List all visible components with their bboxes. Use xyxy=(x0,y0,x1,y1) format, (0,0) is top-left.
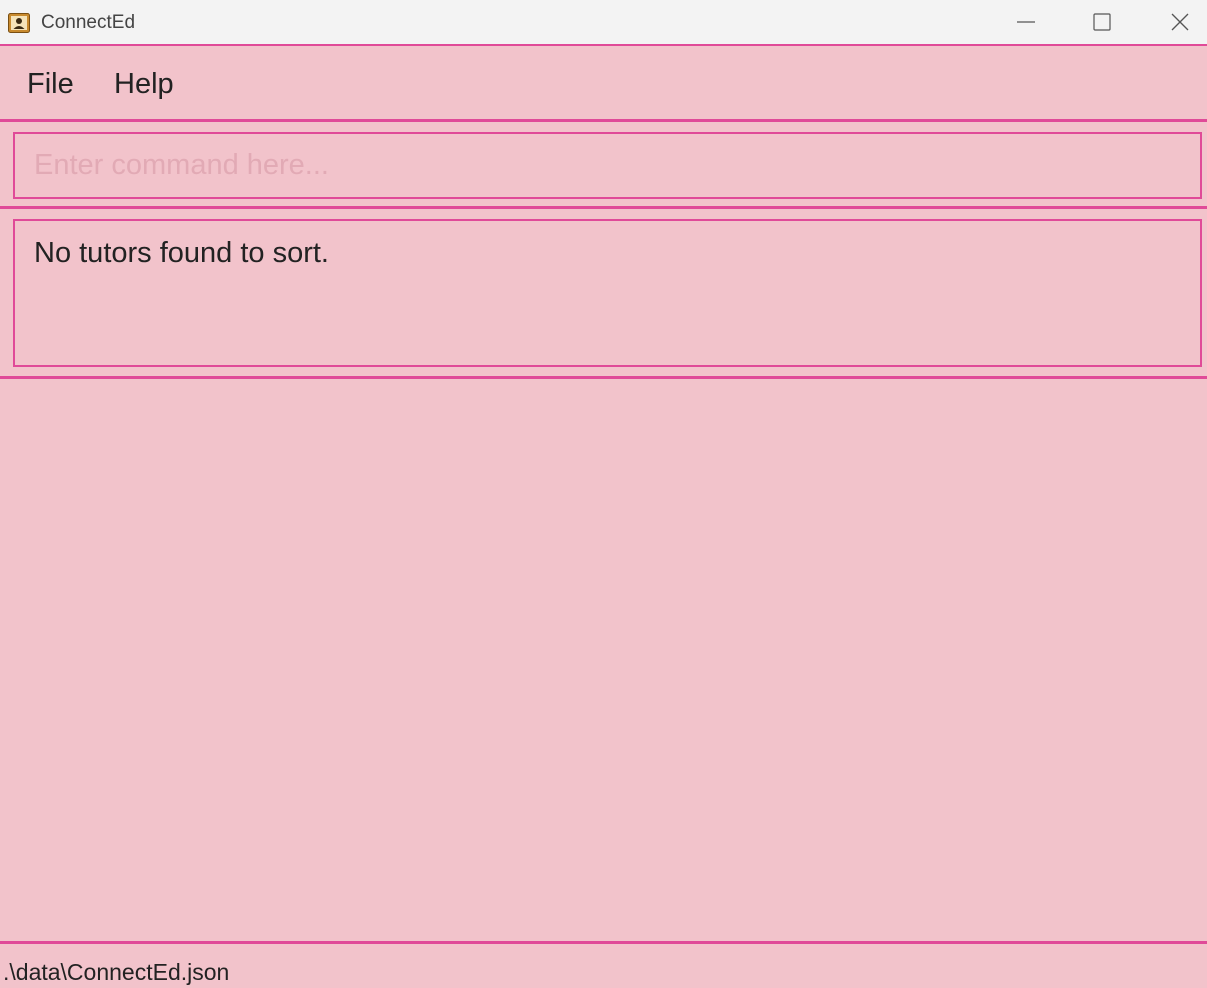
status-bar: .\data\ConnectEd.json xyxy=(0,941,1207,988)
result-message: No tutors found to sort. xyxy=(34,237,329,269)
window-title: ConnectEd xyxy=(41,12,136,33)
command-box-panel xyxy=(0,122,1207,209)
result-display-panel: No tutors found to sort. xyxy=(0,209,1207,379)
save-file-path: .\data\ConnectEd.json xyxy=(3,959,230,985)
maximize-icon xyxy=(1093,13,1111,31)
menu-bar: File Help xyxy=(0,46,1207,122)
address-book-icon xyxy=(8,13,30,33)
close-icon xyxy=(1171,13,1189,31)
tutor-list-panel[interactable] xyxy=(0,379,1207,941)
command-input[interactable] xyxy=(13,132,1202,199)
maximize-button[interactable] xyxy=(1072,0,1132,44)
minimize-icon xyxy=(1017,21,1035,23)
result-display[interactable]: No tutors found to sort. xyxy=(13,219,1202,367)
close-button[interactable] xyxy=(1150,0,1207,44)
menu-help[interactable]: Help xyxy=(114,66,174,102)
title-bar[interactable]: ConnectEd xyxy=(0,0,1207,46)
app-window: ConnectEd File Help No tutors found to s… xyxy=(0,0,1207,988)
minimize-button[interactable] xyxy=(996,0,1056,44)
menu-file[interactable]: File xyxy=(27,66,74,102)
